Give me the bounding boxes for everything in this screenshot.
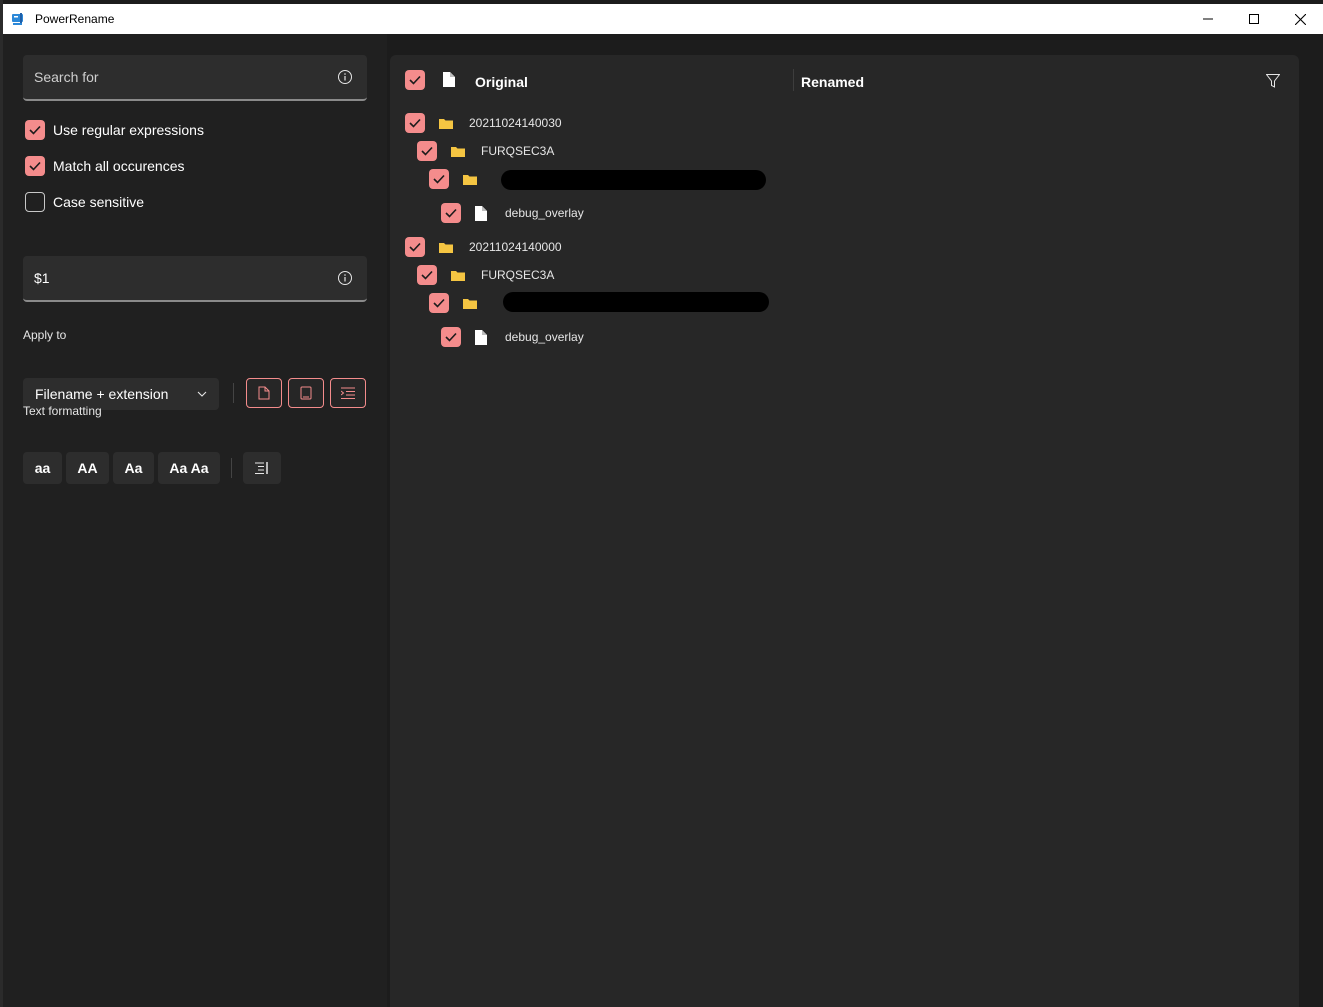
uppercase-button[interactable]: AA [66, 452, 109, 484]
title-bar: PowerRename [3, 4, 1323, 34]
use-regex-option[interactable]: Use regular expressions [25, 119, 204, 141]
list-indent-icon [341, 387, 355, 399]
list-item[interactable]: 20211024140030 [405, 111, 562, 135]
close-icon [1294, 13, 1306, 25]
text-formatting-label: Text formatting [23, 404, 102, 418]
search-input[interactable] [23, 68, 337, 86]
list-item[interactable] [429, 167, 493, 191]
match-all-checkbox[interactable] [25, 156, 45, 176]
options-panel: Use regular expressions Match all occure… [3, 34, 387, 1007]
checkmark-icon [409, 75, 421, 85]
powerrename-window: PowerRename Use r [3, 4, 1323, 1007]
titlecase-button[interactable]: Aa [113, 452, 154, 484]
match-all-label: Match all occurences [53, 158, 185, 174]
file-icon [475, 329, 487, 345]
window-title: PowerRename [35, 12, 115, 26]
list-item[interactable]: debug_overlay [441, 325, 584, 349]
maximize-icon [1249, 14, 1259, 24]
folder-icon [463, 298, 477, 309]
folder-icon [463, 174, 477, 185]
use-regex-label: Use regular expressions [53, 122, 204, 138]
redaction-mark [503, 292, 769, 312]
item-checkbox[interactable] [417, 265, 437, 285]
checkmark-icon [433, 174, 445, 184]
close-button[interactable] [1277, 4, 1323, 34]
redaction-mark [501, 170, 766, 190]
original-column-header[interactable]: Original [475, 74, 528, 90]
replace-input[interactable] [23, 269, 337, 287]
list-numbered-icon [255, 462, 268, 474]
item-checkbox[interactable] [405, 237, 425, 257]
item-checkbox[interactable] [429, 169, 449, 189]
folder-icon [439, 118, 453, 129]
list-item[interactable]: debug_overlay [441, 201, 584, 225]
chevron-down-icon [197, 391, 207, 397]
replace-box [23, 256, 367, 302]
column-separator [793, 69, 794, 91]
list-item[interactable]: FURQSEC3A [417, 263, 554, 287]
checkmark-icon [421, 270, 433, 280]
capitalize-each-word-button[interactable]: Aa Aa [158, 452, 220, 484]
item-name: FURQSEC3A [481, 144, 555, 158]
extension-only-button[interactable] [288, 378, 324, 408]
item-name: 20211024140030 [469, 116, 562, 130]
item-name: debug_overlay [505, 330, 584, 344]
checkmark-icon [433, 298, 445, 308]
item-checkbox[interactable] [441, 327, 461, 347]
divider [233, 383, 234, 403]
filter-icon[interactable] [1266, 74, 1280, 88]
item-checkbox[interactable] [429, 293, 449, 313]
file-list-panel: Original Renamed 20211024140030 FURQSEC3… [390, 55, 1299, 1007]
powerrename-app-icon [12, 13, 23, 25]
folder-icon [451, 146, 465, 157]
item-checkbox[interactable] [417, 141, 437, 161]
checkmark-icon [29, 125, 41, 135]
checkmark-icon [29, 161, 41, 171]
item-name: debug_overlay [505, 206, 584, 220]
folder-icon [439, 242, 453, 253]
item-checkbox[interactable] [405, 113, 425, 133]
checkmark-icon [445, 332, 457, 342]
case-sensitive-label: Case sensitive [53, 194, 145, 210]
item-checkbox[interactable] [441, 203, 461, 223]
file-icon [258, 386, 270, 400]
maximize-button[interactable] [1231, 4, 1277, 34]
checkmark-icon [421, 146, 433, 156]
file-icon [443, 72, 455, 87]
minimize-icon [1203, 18, 1213, 20]
filename-only-button[interactable] [246, 378, 282, 408]
divider [231, 458, 232, 478]
apply-to-label: Apply to [23, 328, 67, 342]
use-regex-checkbox[interactable] [25, 120, 45, 140]
list-item[interactable]: 20211024140000 [405, 235, 562, 259]
list-header: Original Renamed [390, 55, 1299, 105]
renamed-column-header[interactable]: Renamed [801, 74, 864, 90]
file-icon [475, 205, 487, 221]
enumerate-button[interactable] [330, 378, 366, 408]
info-icon[interactable] [337, 69, 353, 85]
case-sensitive-checkbox[interactable] [25, 192, 45, 212]
item-name: 20211024140000 [469, 240, 562, 254]
lowercase-button[interactable]: aa [23, 452, 62, 484]
minimize-button[interactable] [1185, 4, 1231, 34]
checkmark-icon [445, 208, 457, 218]
list-item[interactable]: FURQSEC3A [417, 139, 554, 163]
file-extension-icon [300, 386, 312, 400]
match-all-option[interactable]: Match all occurences [25, 155, 185, 177]
item-name: FURQSEC3A [481, 268, 555, 282]
select-all-checkbox[interactable] [405, 70, 425, 90]
checkmark-icon [409, 118, 421, 128]
checkmark-icon [409, 242, 421, 252]
case-sensitive-option[interactable]: Case sensitive [25, 191, 144, 213]
info-icon[interactable] [337, 270, 353, 286]
search-box [23, 55, 367, 101]
apply-to-selected: Filename + extension [35, 386, 169, 402]
enumerate-items-button[interactable] [243, 452, 281, 484]
list-item[interactable] [429, 291, 493, 315]
folder-icon [451, 270, 465, 281]
